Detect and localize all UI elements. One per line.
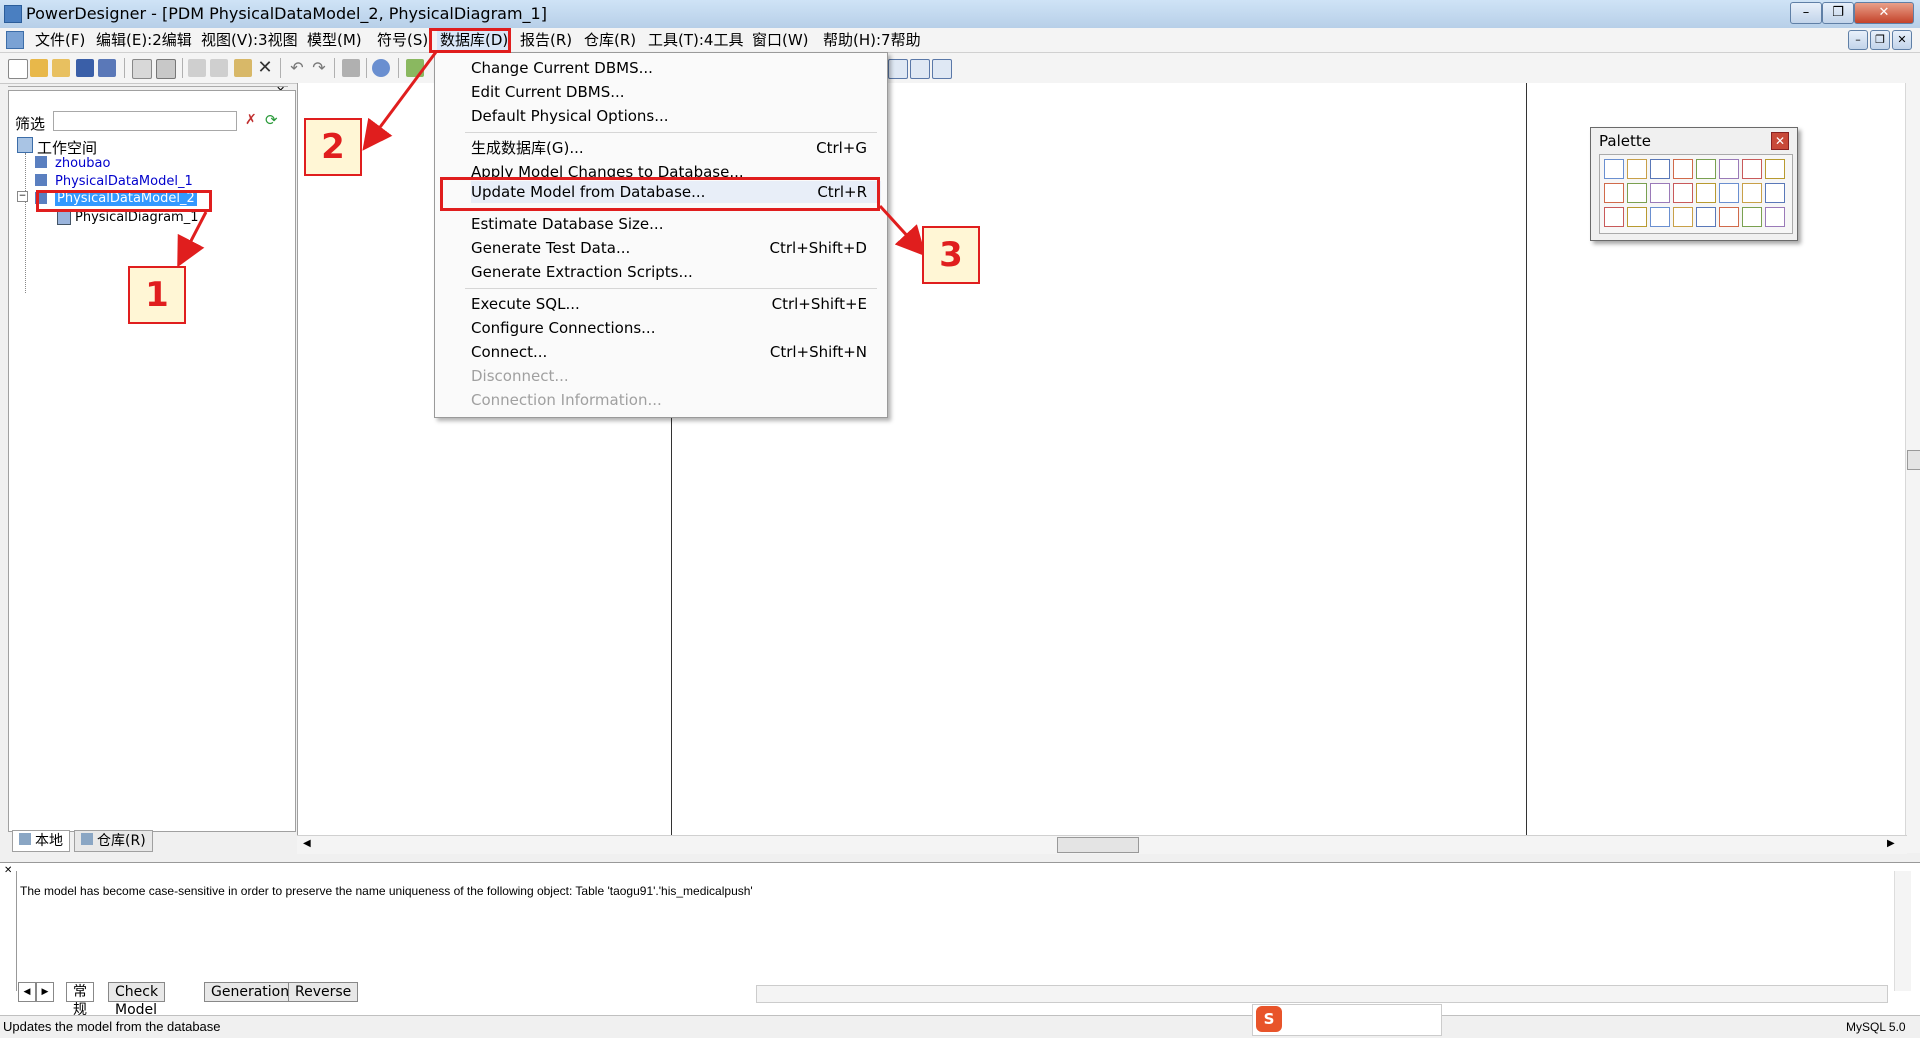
- arrow-3: [878, 204, 927, 257]
- annotation-arrows: [177, 51, 927, 268]
- arrow-1: [177, 211, 208, 268]
- arrow-2: [362, 51, 438, 151]
- annotation-label-2: 2: [304, 118, 362, 176]
- annotation-label-1: 1: [128, 266, 186, 324]
- annotation-label-3: 3: [922, 226, 980, 284]
